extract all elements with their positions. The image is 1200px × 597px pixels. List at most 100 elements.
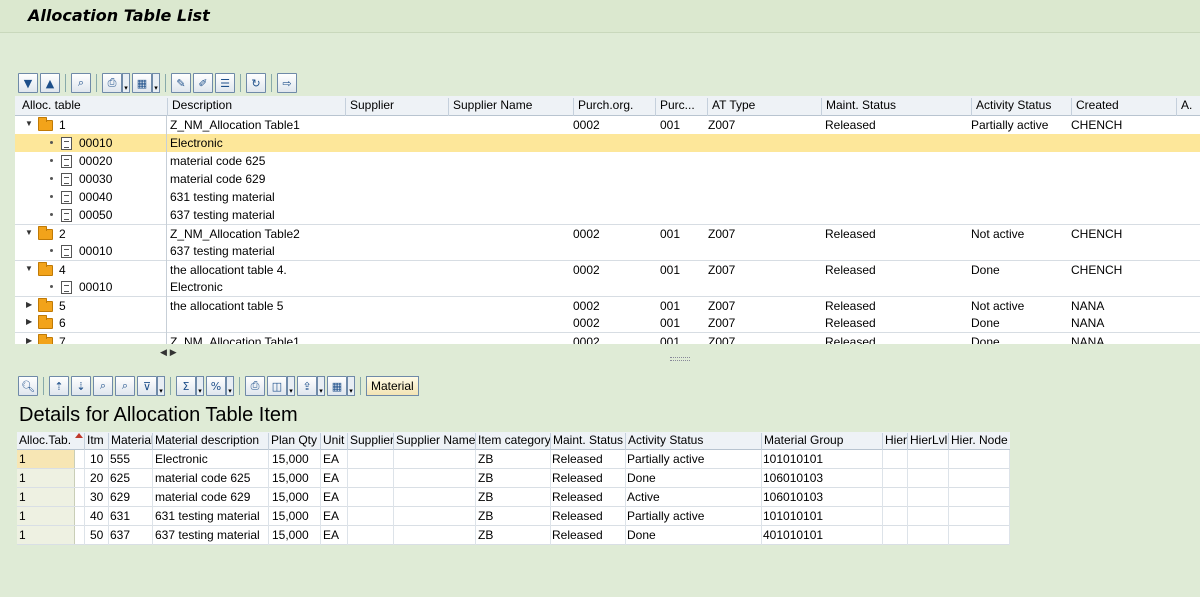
tree-node[interactable]: ▶ 6	[15, 314, 167, 332]
tree-row[interactable]: ▼ 1 Z_NM_Allocation Table1 0002 001 Z007…	[15, 116, 1200, 134]
tree-row[interactable]: ▶ 6 0002 001 Z007 Released Done NANA	[15, 314, 1200, 332]
tree-node[interactable]: ▶ 7	[15, 333, 167, 344]
col-activity-status[interactable]: Activity Status	[625, 433, 761, 450]
table-row[interactable]: 1 50 637 637 testing material 15,000 EA …	[17, 526, 1010, 545]
edit-icon[interactable]: ✎	[171, 73, 191, 93]
expand-arrow-icon[interactable]: ▼	[25, 119, 33, 128]
col-material[interactable]: Material	[108, 433, 154, 450]
collapse-arrow-icon[interactable]: ▶	[26, 317, 32, 326]
material-description: 631 testing material	[155, 509, 260, 523]
tree-node[interactable]: 00050	[15, 206, 167, 224]
col-hier[interactable]: Hier	[882, 433, 907, 450]
tree-node[interactable]: ▶ 5	[15, 297, 167, 315]
views-icon[interactable]: ◫	[267, 376, 287, 396]
table-row[interactable]: 1 30 629 material code 629 15,000 EA ZB …	[17, 488, 1010, 507]
expand-all-icon[interactable]: ▼	[18, 73, 38, 93]
col-maint-status[interactable]: Maint. Status	[550, 433, 625, 450]
tree-node[interactable]: 00010	[15, 134, 167, 152]
export-icon[interactable]: ⇪	[297, 376, 317, 396]
views-dropdown[interactable]: ▾	[287, 376, 295, 396]
display-icon[interactable]: ☰	[215, 73, 235, 93]
col-item-category[interactable]: Item category	[475, 433, 551, 450]
find-icon[interactable]: ⌕	[71, 73, 91, 93]
col-hier-node[interactable]: Hier. Node	[948, 433, 1010, 450]
sort-ascending-icon[interactable]: ⇡	[49, 376, 69, 396]
tree-node[interactable]: ▼ 1	[15, 116, 167, 134]
tree-row[interactable]: 00010 Electronic	[15, 278, 1200, 296]
col-material-group[interactable]: Material Group	[761, 433, 882, 450]
col-supplier[interactable]: Supplier	[345, 98, 448, 116]
horizontal-scroll[interactable]: ◀ ▶	[160, 348, 177, 358]
tree-row[interactable]: 00020 material code 625	[15, 152, 1200, 170]
col-a[interactable]: A.	[1176, 98, 1200, 116]
table-row[interactable]: 1 40 631 631 testing material 15,000 EA …	[17, 507, 1010, 526]
layout-dropdown[interactable]: ▾	[347, 376, 355, 396]
print-icon[interactable]: ⎙	[102, 73, 122, 93]
tree-row[interactable]: ▼ 4 the allocationt table 4. 0002 001 Z0…	[15, 260, 1200, 278]
pane-splitter[interactable]	[670, 357, 690, 361]
tree-row[interactable]: 00010 637 testing material	[15, 242, 1200, 260]
col-hierlvl[interactable]: HierLvl	[907, 433, 948, 450]
expand-arrow-icon[interactable]: ▼	[25, 228, 33, 237]
subtotal-dropdown[interactable]: ▾	[226, 376, 234, 396]
tree-node[interactable]: 00030	[15, 170, 167, 188]
col-alloc-table[interactable]: Alloc. table	[15, 98, 167, 116]
material-button[interactable]: Material	[366, 376, 419, 396]
table-row[interactable]: 1 10 555 Electronic 15,000 EA ZB Release…	[17, 450, 1010, 469]
col-created[interactable]: Created	[1071, 98, 1176, 116]
tree-row[interactable]: 00030 material code 629	[15, 170, 1200, 188]
tree-node[interactable]: ▼ 4	[15, 261, 167, 279]
tree-node[interactable]: 00010	[15, 242, 167, 260]
change-icon[interactable]: ✐	[193, 73, 213, 93]
sum-dropdown[interactable]: ▾	[196, 376, 204, 396]
document-icon	[61, 155, 72, 168]
col-maint-status[interactable]: Maint. Status	[821, 98, 971, 116]
tree-row[interactable]: 00050 637 testing material	[15, 206, 1200, 224]
col-purch-org[interactable]: Purch.org.	[573, 98, 655, 116]
allocation-tree-table: Alloc. table Description Supplier Suppli…	[15, 96, 1200, 344]
tree-node[interactable]: 00040	[15, 188, 167, 206]
layout-icon[interactable]: ▦	[132, 73, 152, 93]
tree-row[interactable]: 00040 631 testing material	[15, 188, 1200, 206]
grid-line	[625, 450, 626, 545]
col-material-description[interactable]: Material description	[152, 433, 268, 450]
tree-row[interactable]: 00010 Electronic	[15, 134, 1200, 152]
layout-dropdown[interactable]: ▾	[152, 73, 160, 93]
col-unit[interactable]: Unit	[320, 433, 347, 450]
col-plan-qty[interactable]: Plan Qty	[268, 433, 320, 450]
expand-arrow-icon[interactable]: ▼	[25, 264, 33, 273]
sum-icon[interactable]: Σ	[176, 376, 196, 396]
subtotal-icon[interactable]: %	[206, 376, 226, 396]
col-supplier-name[interactable]: Supplier Name	[393, 433, 475, 450]
print-icon[interactable]: ⎙	[245, 376, 265, 396]
find-next-icon[interactable]: ⌕	[115, 376, 135, 396]
col-activity-status[interactable]: Activity Status	[971, 98, 1071, 116]
collapse-all-icon[interactable]: ▲	[40, 73, 60, 93]
exit-icon[interactable]: ⇨	[277, 73, 297, 93]
col-description[interactable]: Description	[167, 98, 345, 116]
col-itm[interactable]: Itm	[84, 433, 108, 450]
filter-dropdown[interactable]: ▾	[157, 376, 165, 396]
col-supplier[interactable]: Supplier	[347, 433, 394, 450]
find-icon[interactable]: ⌕	[93, 376, 113, 396]
tree-node[interactable]: 00020	[15, 152, 167, 170]
print-dropdown[interactable]: ▾	[122, 73, 130, 93]
layout-icon[interactable]: ▦	[327, 376, 347, 396]
table-row[interactable]: 1 20 625 material code 625 15,000 EA ZB …	[17, 469, 1010, 488]
filter-icon[interactable]: ⊽	[137, 376, 157, 396]
tree-row[interactable]: ▼ 2 Z_NM_Allocation Table2 0002 001 Z007…	[15, 224, 1200, 242]
tree-node[interactable]: ▼ 2	[15, 225, 167, 243]
tree-node[interactable]: 00010	[15, 278, 167, 296]
collapse-arrow-icon[interactable]: ▶	[26, 336, 32, 344]
col-alloc-tab[interactable]: Alloc.Tab.	[17, 433, 75, 450]
details-icon[interactable]: 🔍︎	[18, 376, 38, 396]
refresh-icon[interactable]: ↻	[246, 73, 266, 93]
tree-row[interactable]: ▶ 7 Z_NM_Allocation Table1 0002 001 Z007…	[15, 332, 1200, 344]
tree-row[interactable]: ▶ 5 the allocationt table 5 0002 001 Z00…	[15, 296, 1200, 314]
sort-descending-icon[interactable]: ⇣	[71, 376, 91, 396]
col-purc[interactable]: Purc...	[655, 98, 707, 116]
col-at-type[interactable]: AT Type	[707, 98, 821, 116]
col-supplier-name[interactable]: Supplier Name	[448, 98, 573, 116]
collapse-arrow-icon[interactable]: ▶	[26, 300, 32, 309]
export-dropdown[interactable]: ▾	[317, 376, 325, 396]
